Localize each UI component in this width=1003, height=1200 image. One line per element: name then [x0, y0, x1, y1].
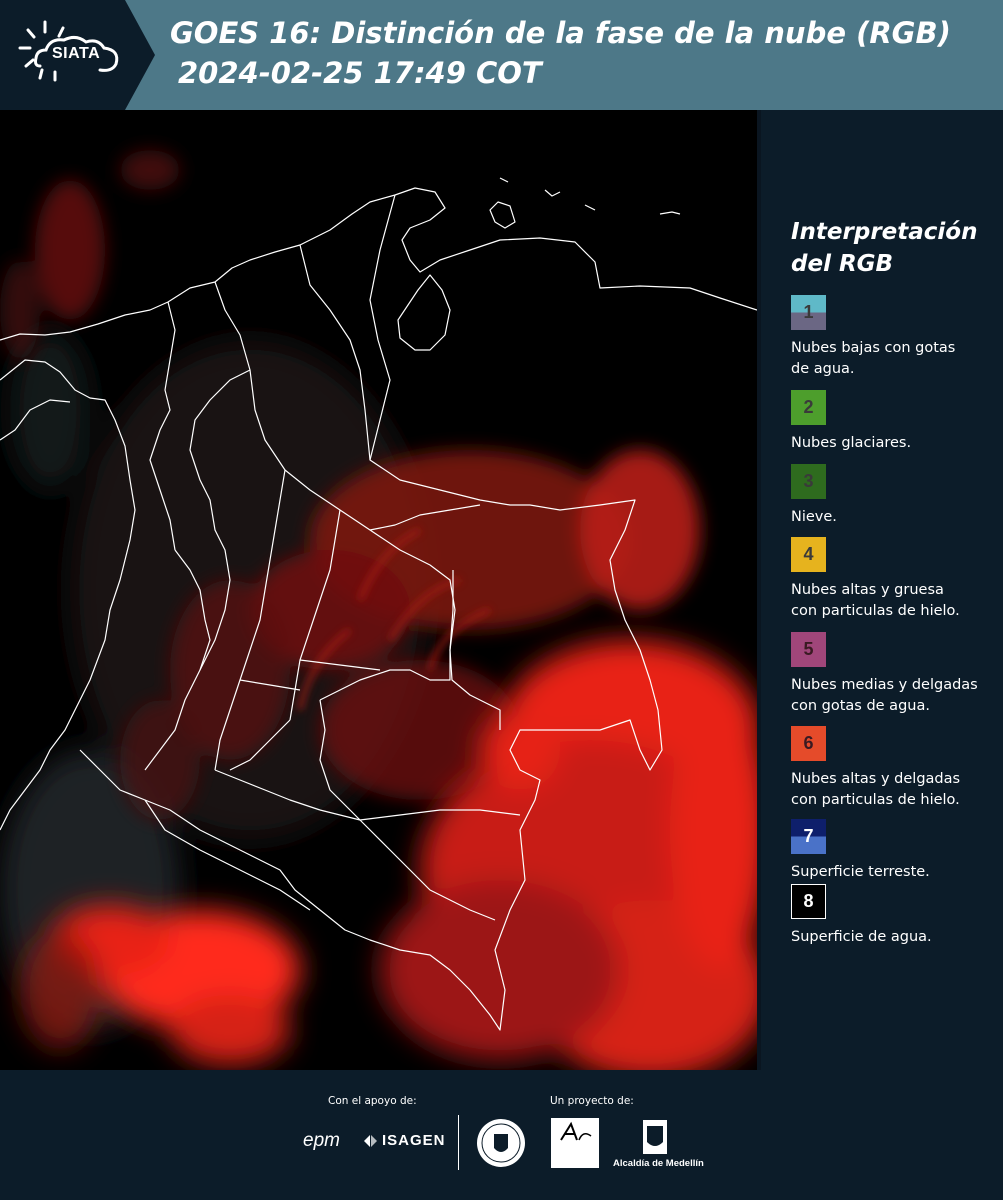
legend-label: Nubes bajas con gotas de agua. [791, 338, 1001, 380]
legend-swatch-number: 2 [803, 397, 814, 417]
epm-logo: epm [303, 1130, 340, 1151]
isagen-icon [364, 1134, 377, 1147]
satellite-image [0, 110, 757, 1070]
legend-item-4: 4 Nubes altas y gruesa con particulas de h… [791, 537, 1001, 622]
isagen-logo: ISAGEN [362, 1132, 446, 1149]
legend-label-line2: con particulas de hielo. [791, 792, 960, 808]
legend-swatch-number: 4 [803, 544, 814, 564]
footer: Con el apoyo de: Un proyecto de: epm ISA… [0, 1070, 1003, 1200]
legend-item-7: 7 Superficie terreste. [791, 819, 1001, 883]
legend-swatch-1: 1 [791, 295, 826, 330]
legend-label: Nubes altas y gruesa con particulas de hi… [791, 580, 1001, 622]
legend-label-line1: Nubes altas y delgadas [791, 771, 961, 787]
legend-swatch-7: 7 [791, 819, 826, 854]
legend-swatch-8: 8 [791, 884, 826, 919]
project-label: Un proyecto de: [550, 1095, 634, 1107]
legend-label: Superficie terreste. [791, 862, 1001, 883]
legend-label: Nieve. [791, 507, 1001, 528]
legend-label-line1: Nieve. [791, 509, 837, 525]
satellite-map[interactable] [0, 110, 757, 1070]
legend-swatch-number: 3 [803, 471, 814, 491]
legend-label-line1: Nubes altas y gruesa [791, 582, 944, 598]
legend-swatch-3: 3 [791, 464, 826, 499]
legend-label: Nubes altas y delgadas con particulas de … [791, 769, 1001, 811]
footer-divider [458, 1115, 459, 1170]
legend-item-1: 1 Nubes bajas con gotas de agua. [791, 295, 1001, 380]
alcaldia-shield-icon [643, 1120, 667, 1154]
legend-label-line2: con particulas de hielo. [791, 603, 960, 619]
legend-swatch-6: 6 [791, 726, 826, 761]
legend-label-line1: Nubes bajas con gotas [791, 340, 956, 356]
legend-swatch-number: 8 [803, 891, 814, 911]
legend-title-line1: Interpretación [791, 219, 978, 245]
legend-swatch-2: 2 [791, 390, 826, 425]
antioquia-seal-icon [477, 1119, 525, 1167]
legend-label: Superficie de agua. [791, 927, 1001, 948]
alcaldia-text: Alcaldía de Medellín [613, 1158, 704, 1169]
legend-label-line1: Superficie terreste. [791, 864, 930, 880]
legend-item-8: 8 Superficie de agua. [791, 884, 1001, 948]
legend-title-line2: del RGB [791, 251, 894, 277]
legend-swatch-number: 5 [803, 639, 814, 659]
legend-swatch-5: 5 [791, 632, 826, 667]
area-metropolitana-logo [551, 1118, 599, 1168]
legend-title: Interpretación del RGB [791, 216, 977, 280]
legend-item-2: 2 Nubes glaciares. [791, 390, 1001, 454]
legend-swatch-number: 7 [803, 826, 814, 846]
support-label: Con el apoyo de: [328, 1095, 417, 1107]
logo-text: SIATA [52, 45, 101, 62]
legend-item-3: 3 Nieve. [791, 464, 1001, 528]
legend-label: Nubes medias y delgadas con gotas de agua… [791, 675, 1001, 717]
legend-swatch-number: 6 [803, 733, 814, 753]
legend-swatch-4: 4 [791, 537, 826, 572]
siata-logo: SIATA [0, 0, 155, 110]
area-metropolitana-icon [560, 1121, 592, 1141]
legend-label-line2: con gotas de agua. [791, 698, 930, 714]
legend-item-6: 6 Nubes altas y delgadas con particulas de… [791, 726, 1001, 811]
header-bar: SIATA GOES 16: Distinción de la fase de … [0, 0, 1003, 110]
legend-label: Nubes glaciares. [791, 433, 1001, 454]
isagen-text: ISAGEN [382, 1132, 446, 1149]
legend-item-5: 5 Nubes medias y delgadas con gotas de agu… [791, 632, 1001, 717]
page-timestamp: 2024-02-25 17:49 COT [178, 56, 542, 90]
page-title: GOES 16: Distinción de la fase de la nub… [170, 16, 951, 50]
legend-label-line1: Superficie de agua. [791, 929, 932, 945]
legend-label-line1: Nubes glaciares. [791, 435, 912, 451]
legend-label-line2: de agua. [791, 361, 855, 377]
legend-swatch-number: 1 [803, 302, 814, 322]
legend-label-line1: Nubes medias y delgadas [791, 677, 978, 693]
legend-panel: Interpretación del RGB 1 Nubes bajas con … [757, 110, 1003, 1070]
